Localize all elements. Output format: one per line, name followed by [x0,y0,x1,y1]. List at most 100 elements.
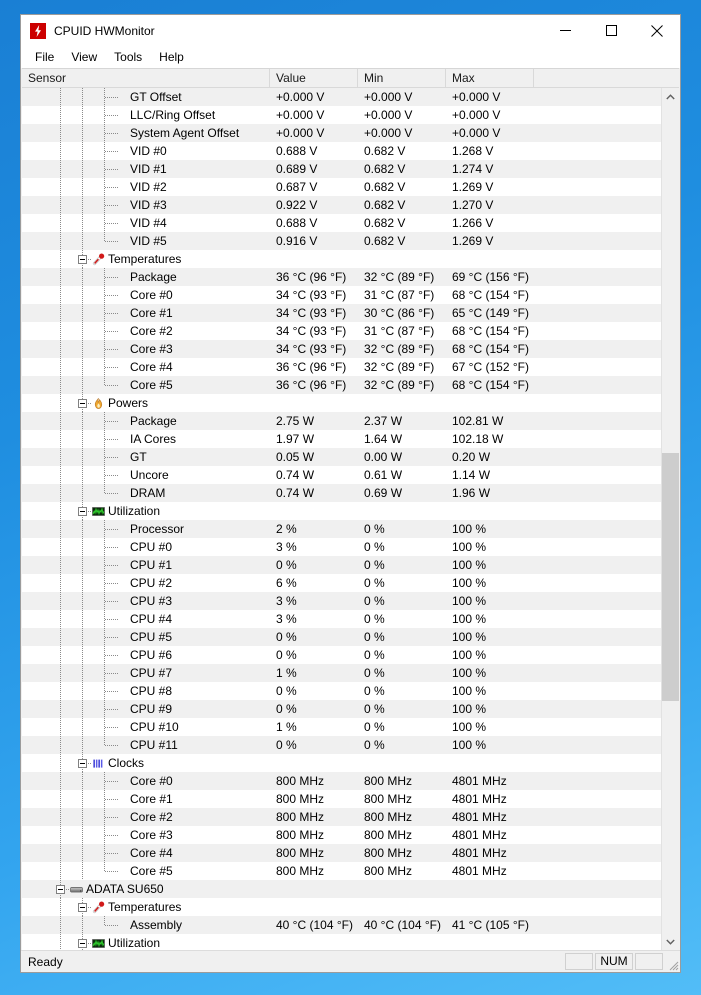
sensor-row[interactable]: CPU #3 3 % 0 % 100 % [22,592,661,610]
sensor-row[interactable]: Core #3 800 MHz 800 MHz 4801 MHz [22,826,661,844]
tree-line [60,664,61,682]
sensor-row[interactable]: GT Offset +0.000 V +0.000 V +0.000 V [22,88,661,106]
sensor-row[interactable]: CPU #0 3 % 0 % 100 % [22,538,661,556]
sensor-max-cell: 4801 MHz [452,810,507,824]
menu-item-help[interactable]: Help [154,48,193,67]
expander-toggle[interactable] [78,939,87,948]
sensor-row[interactable]: Uncore 0.74 W 0.61 W 1.14 W [22,466,661,484]
vertical-scrollbar[interactable] [661,88,679,950]
sensor-max-cell: 100 % [452,594,487,608]
sensor-row[interactable]: CPU #6 0 % 0 % 100 % [22,646,661,664]
menu-item-tools[interactable]: Tools [109,48,151,67]
sensor-row[interactable]: System Agent Offset +0.000 V +0.000 V +0.00… [22,124,661,142]
sensor-group-row[interactable]: Temperatures [22,898,661,916]
sensor-row[interactable]: CPU #11 0 % 0 % 100 % [22,736,661,754]
sensor-name-cell: VID #3 [22,196,270,214]
resize-grip-icon[interactable] [664,951,680,972]
expander-toggle[interactable] [78,759,87,768]
sensor-row[interactable]: IA Cores 1.97 W 1.64 W 102.18 W [22,430,661,448]
sensor-group-row[interactable]: ADATA SU650 [22,880,661,898]
column-header-row: Sensor Value Min Max [22,69,679,88]
close-button[interactable] [634,15,680,46]
sensor-row[interactable]: Assembly 40 °C (104 °F) 40 °C (104 °F) 41 °… [22,916,661,934]
sensor-group-row[interactable]: Temperatures [22,250,661,268]
sensor-row[interactable]: Core #2 800 MHz 800 MHz 4801 MHz [22,808,661,826]
sensor-value-cell: 34 °C (93 °F) [276,306,347,320]
sensor-row[interactable]: CPU #2 6 % 0 % 100 % [22,574,661,592]
sensor-row[interactable]: Core #2 34 °C (93 °F) 31 °C (87 °F) 68 °C (… [22,322,661,340]
column-header-max[interactable]: Max [446,69,534,87]
sensor-row[interactable]: Processor 2 % 0 % 100 % [22,520,661,538]
sensor-min-cell: 0 % [364,576,385,590]
sensor-row[interactable]: CPU #8 0 % 0 % 100 % [22,682,661,700]
sensor-row[interactable]: CPU #10 1 % 0 % 100 % [22,718,661,736]
sensor-group-row[interactable]: Utilization [22,934,661,950]
tree-line [82,448,83,466]
tree-line [82,232,83,250]
tree-line [82,88,83,106]
tree-line [105,349,119,350]
minimize-button[interactable] [542,15,588,46]
sensor-max-cell: 67 °C (152 °F) [452,360,529,374]
sensor-group-row[interactable]: Powers [22,394,661,412]
expander-toggle[interactable] [78,399,87,408]
sensor-min-cell: 800 MHz [364,810,413,824]
sensor-name-cell: CPU #5 [22,628,270,646]
sensor-row[interactable]: CPU #1 0 % 0 % 100 % [22,556,661,574]
sensor-row[interactable]: Core #5 36 °C (96 °F) 32 °C (89 °F) 68 °C (… [22,376,661,394]
sensor-min-cell: 0.69 W [364,486,403,500]
sensor-row[interactable]: CPU #9 0 % 0 % 100 % [22,700,661,718]
sensor-row[interactable]: CPU #4 3 % 0 % 100 % [22,610,661,628]
sensor-row[interactable]: Core #4 800 MHz 800 MHz 4801 MHz [22,844,661,862]
sensor-row[interactable]: VID #3 0.922 V 0.682 V 1.270 V [22,196,661,214]
sensor-row[interactable]: VID #5 0.916 V 0.682 V 1.269 V [22,232,661,250]
column-header-sensor[interactable]: Sensor [22,69,270,87]
expander-toggle[interactable] [78,507,87,516]
sensor-group-row[interactable]: Utilization [22,502,661,520]
window-title: CPUID HWMonitor [54,23,155,38]
sensor-group-row[interactable]: Clocks [22,754,661,772]
sensor-row[interactable]: Core #3 34 °C (93 °F) 32 °C (89 °F) 68 °C (… [22,340,661,358]
menu-item-view[interactable]: View [66,48,106,67]
column-header-min[interactable]: Min [358,69,446,87]
scrollbar-thumb[interactable] [662,453,679,701]
menu-item-file[interactable]: File [30,48,63,67]
sensor-row[interactable]: VID #4 0.688 V 0.682 V 1.266 V [22,214,661,232]
expander-toggle[interactable] [78,903,87,912]
sensor-row[interactable]: VID #0 0.688 V 0.682 V 1.268 V [22,142,661,160]
scroll-up-arrow-icon[interactable] [662,88,679,105]
sensor-name-cell: Core #4 [22,844,270,862]
sensor-row[interactable]: VID #1 0.689 V 0.682 V 1.274 V [22,160,661,178]
tree-line [60,700,61,718]
tree-line [60,682,61,700]
sensor-row[interactable]: DRAM 0.74 W 0.69 W 1.96 W [22,484,661,502]
sensor-row[interactable]: Core #1 34 °C (93 °F) 30 °C (86 °F) 65 °C (… [22,304,661,322]
sensor-max-cell: 100 % [452,558,487,572]
sensor-row[interactable]: VID #2 0.687 V 0.682 V 1.269 V [22,178,661,196]
sensor-row[interactable]: Core #4 36 °C (96 °F) 32 °C (89 °F) 67 °C (… [22,358,661,376]
sensor-name-cell: VID #5 [22,232,270,250]
sensor-min-cell: 30 °C (86 °F) [364,306,435,320]
sensor-name-cell: Temperatures [22,250,270,268]
sensor-row[interactable]: Package 36 °C (96 °F) 32 °C (89 °F) 69 °C (… [22,268,661,286]
column-header-value[interactable]: Value [270,69,358,87]
sensor-row[interactable]: Core #0 800 MHz 800 MHz 4801 MHz [22,772,661,790]
sensor-min-cell: 32 °C (89 °F) [364,360,435,374]
sensor-row[interactable]: CPU #7 1 % 0 % 100 % [22,664,661,682]
expander-toggle[interactable] [78,255,87,264]
sensor-row[interactable]: CPU #5 0 % 0 % 100 % [22,628,661,646]
sensor-row[interactable]: LLC/Ring Offset +0.000 V +0.000 V +0.000 V [22,106,661,124]
clock-bars-icon [92,757,105,770]
maximize-button[interactable] [588,15,634,46]
scroll-down-arrow-icon[interactable] [662,933,679,950]
sensor-row[interactable]: Core #5 800 MHz 800 MHz 4801 MHz [22,862,661,880]
sensor-row[interactable]: GT 0.05 W 0.00 W 0.20 W [22,448,661,466]
expander-toggle[interactable] [56,885,65,894]
sensor-value-cell: +0.000 V [276,126,325,140]
sensor-row[interactable]: Core #0 34 °C (93 °F) 31 °C (87 °F) 68 °C (… [22,286,661,304]
sensor-name-cell: ADATA SU650 [22,880,270,898]
sensor-row[interactable]: Package 2.75 W 2.37 W 102.81 W [22,412,661,430]
sensor-label: VID #5 [130,234,167,248]
scrollbar-track[interactable] [662,105,679,933]
sensor-row[interactable]: Core #1 800 MHz 800 MHz 4801 MHz [22,790,661,808]
